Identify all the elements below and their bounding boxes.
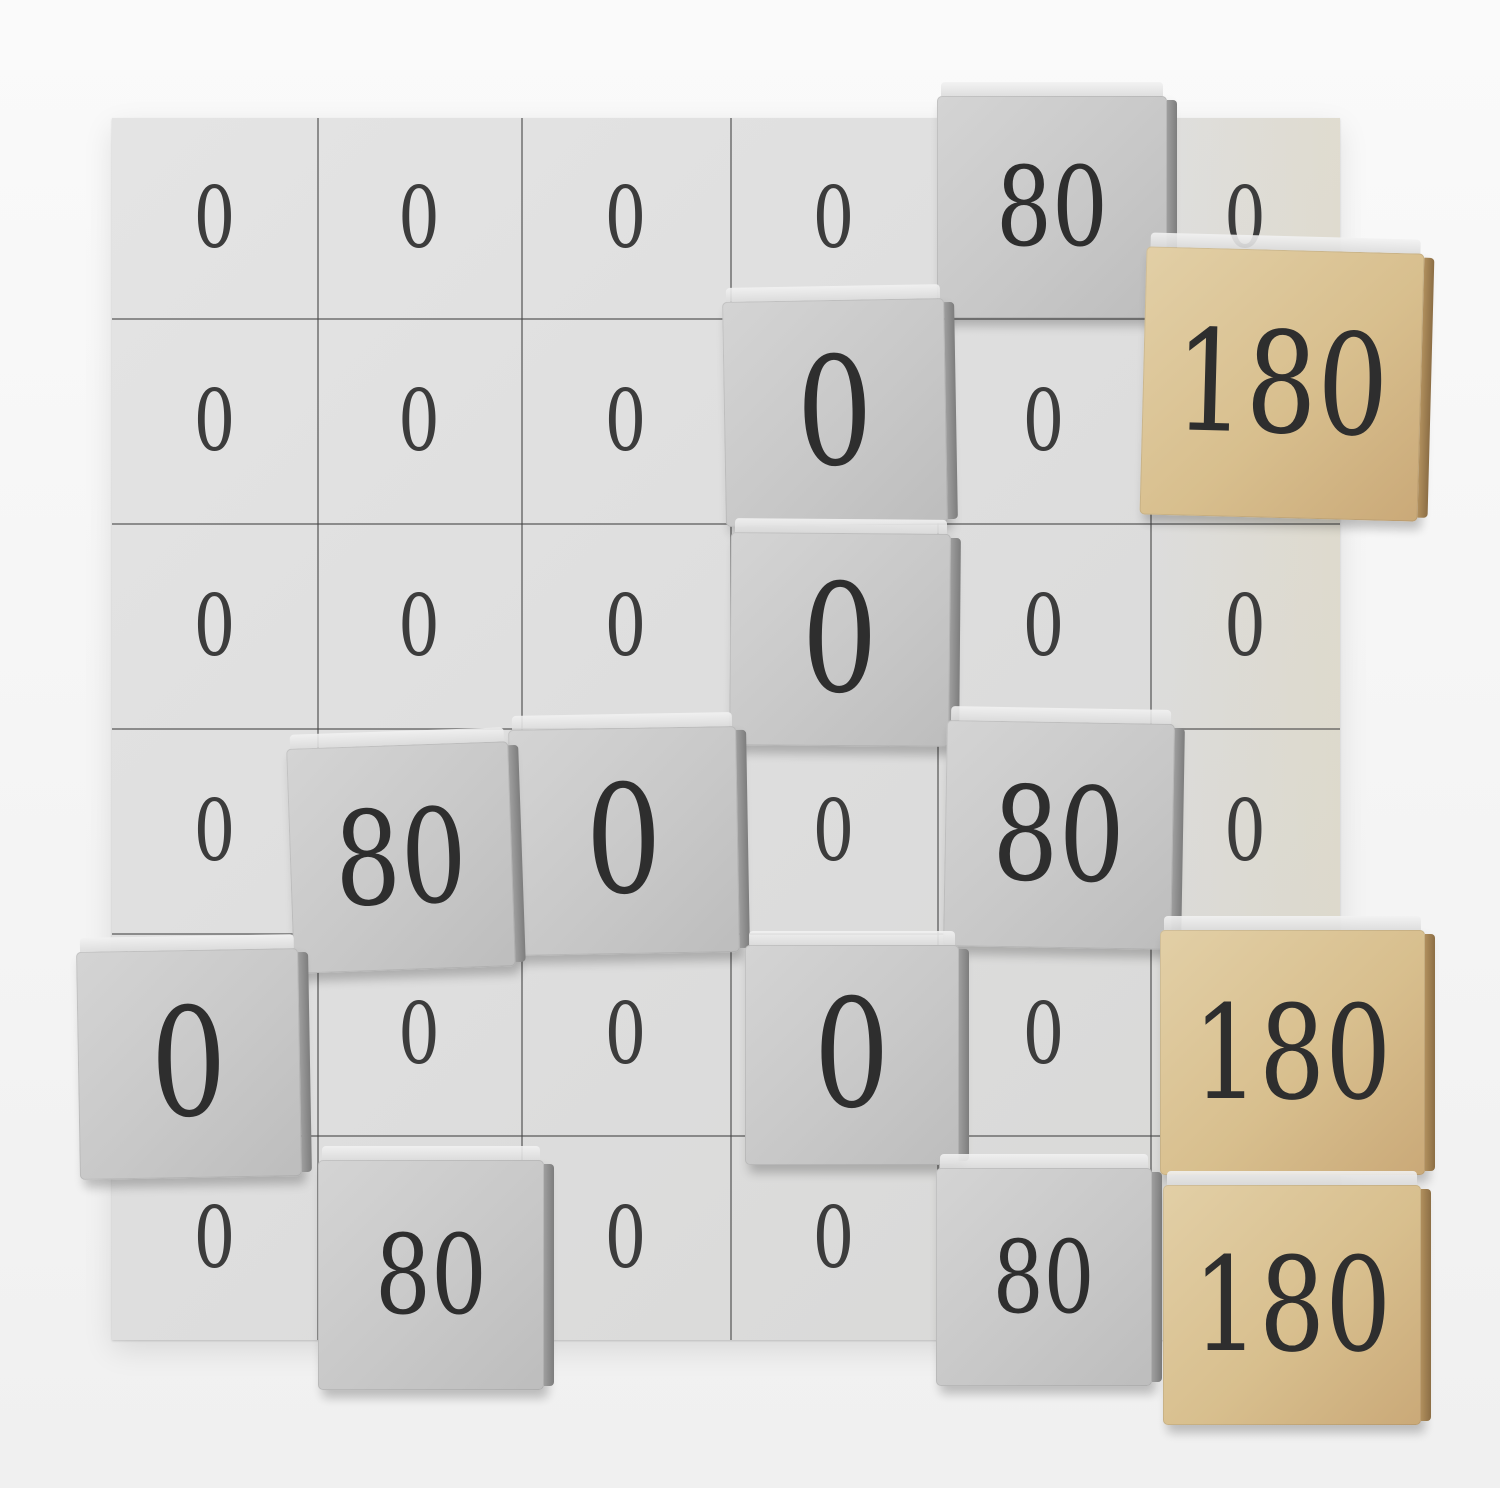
- board-cell-number: 0: [398, 169, 440, 267]
- gray-cube: 0: [745, 931, 969, 1165]
- cube-top-face: [1167, 1171, 1417, 1185]
- board-cell-number: 0: [193, 576, 236, 675]
- cube-side-face: [959, 949, 969, 1161]
- gray-cube: 80: [936, 1154, 1162, 1386]
- board-cell-number: 0: [1022, 985, 1065, 1083]
- photo-scene: 0000800000001800000000800080000000180080…: [0, 0, 1500, 1488]
- cube-number: 180: [1193, 976, 1392, 1129]
- cube-side-face: [544, 1164, 554, 1386]
- cube-top-face: [941, 82, 1163, 96]
- board-cell-number: 0: [398, 371, 440, 470]
- wooden-cube-180: 180: [1160, 916, 1435, 1175]
- cube-top-face: [940, 1154, 1148, 1168]
- board-cell-number: 0: [604, 1188, 647, 1287]
- cube-top-face: [749, 931, 955, 945]
- cube-side-face: [1417, 257, 1435, 518]
- cube-number: 80: [991, 757, 1127, 913]
- cube-number: 0: [801, 552, 879, 727]
- board-cell-number: 0: [812, 1188, 855, 1287]
- board-cell-number: 0: [193, 371, 236, 470]
- cube-top-face: [79, 934, 294, 952]
- board-cell-number: 0: [604, 169, 647, 267]
- board-cell-number: 0: [1224, 576, 1266, 675]
- cube-number: 0: [813, 968, 891, 1142]
- board-cell-number: 0: [1224, 781, 1266, 880]
- cube-top-face: [734, 518, 948, 534]
- board-cell-number: 0: [604, 576, 647, 675]
- board-cell-number: 0: [604, 371, 647, 470]
- cube-top-face: [1164, 916, 1421, 930]
- gray-cube: 0: [508, 712, 750, 956]
- board-cell-number: 0: [1022, 576, 1065, 675]
- gray-cube: 80: [286, 727, 526, 974]
- cube-number: 0: [149, 976, 229, 1152]
- cube-top-face: [725, 284, 941, 302]
- gray-cube: 80: [937, 82, 1177, 318]
- cube-side-face: [1152, 1172, 1162, 1382]
- wooden-cube-180: 180: [1163, 1171, 1431, 1425]
- gray-cube: 0: [722, 284, 958, 527]
- gray-cube: 0: [76, 934, 312, 1180]
- cube-number: 180: [1192, 1229, 1392, 1381]
- gray-cube: 0: [729, 518, 961, 747]
- cube-number: 80: [995, 143, 1108, 271]
- board-cell-number: 0: [193, 169, 236, 267]
- board-cell-number: 0: [604, 985, 647, 1083]
- cube-number: 80: [993, 1218, 1095, 1336]
- cube-top-face: [511, 712, 733, 730]
- board-cell-number: 0: [1022, 371, 1065, 470]
- cube-top-face: [950, 706, 1172, 724]
- cube-number: 0: [795, 324, 875, 501]
- cube-top-face: [322, 1146, 540, 1160]
- gray-cube: 80: [318, 1146, 554, 1390]
- board-cell-number: 0: [193, 781, 236, 880]
- cube-side-face: [1421, 1189, 1431, 1421]
- cube-number: 80: [374, 1211, 487, 1339]
- cube-number: 80: [332, 779, 470, 936]
- wooden-cube-180: 180: [1139, 232, 1435, 522]
- cube-number: 180: [1173, 299, 1391, 469]
- board-cell-number: 0: [398, 576, 440, 675]
- board-cell-number: 0: [812, 781, 855, 880]
- cube-side-face: [1425, 934, 1435, 1171]
- cube-number: 0: [584, 753, 664, 929]
- cube-top-face: [1150, 232, 1421, 254]
- gray-cube: 80: [943, 706, 1185, 950]
